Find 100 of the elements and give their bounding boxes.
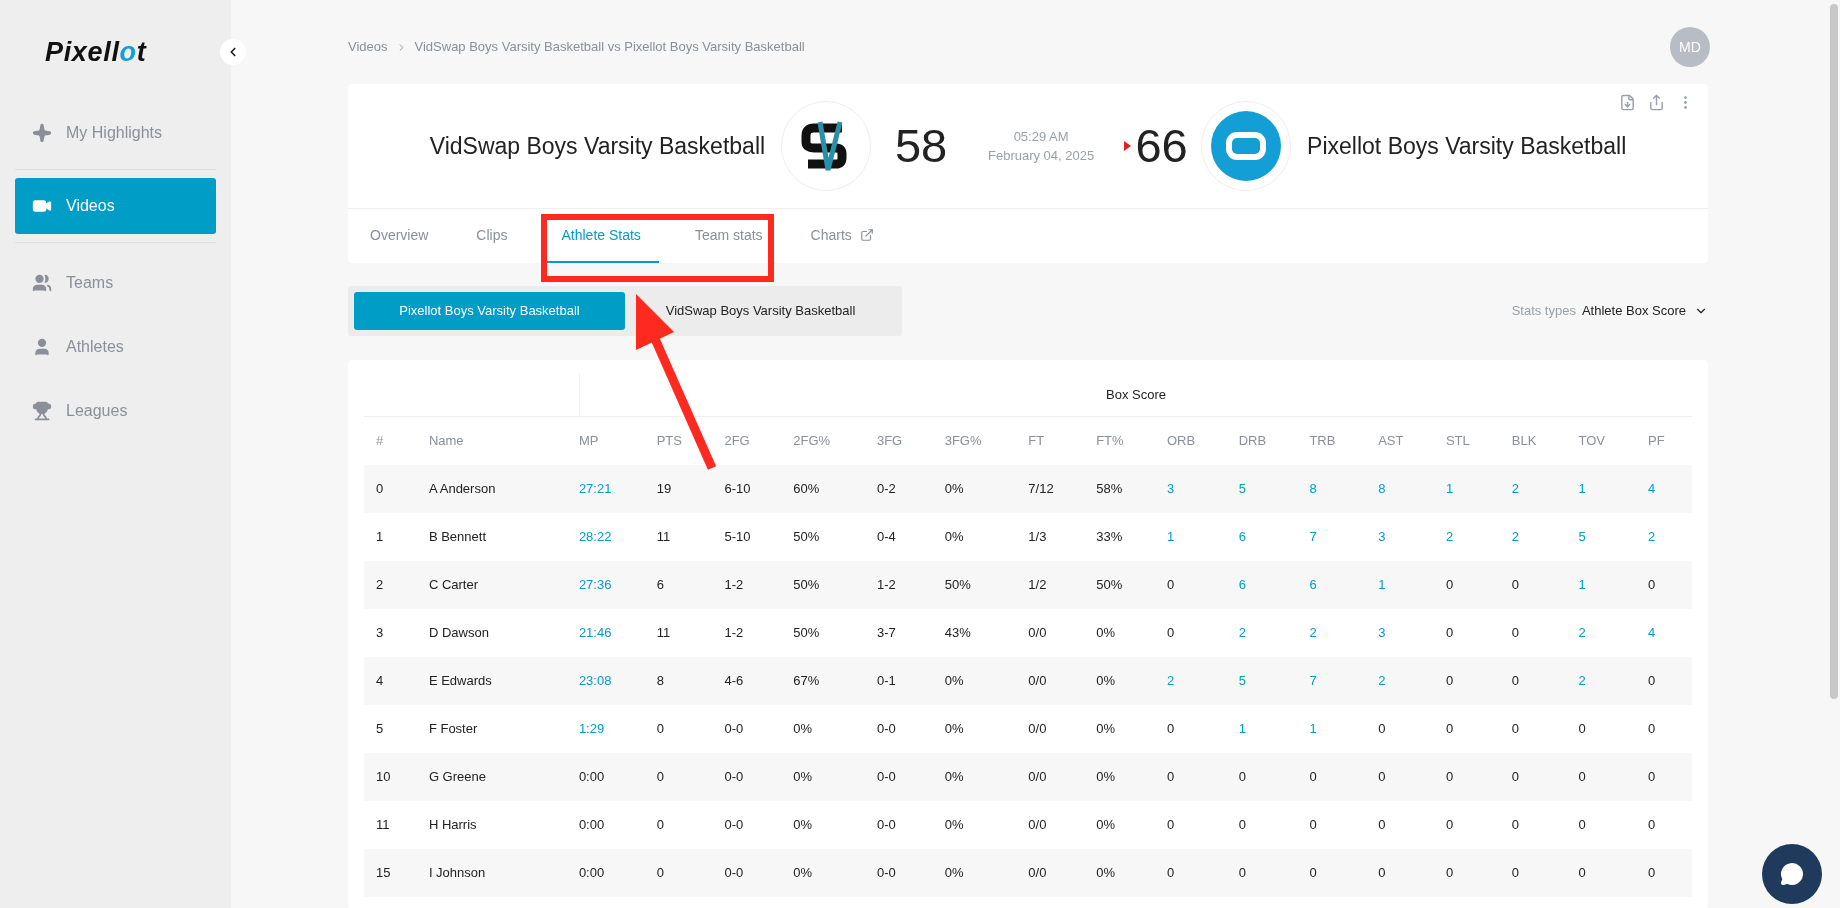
table-cell: 6 xyxy=(656,577,664,593)
stat-link[interactable]: 5 xyxy=(1238,481,1246,497)
stats-type-dropdown[interactable]: Athlete Box Score xyxy=(1581,301,1708,321)
table-cell: 0/0 xyxy=(1028,721,1047,737)
column-header: STL xyxy=(1445,433,1470,449)
tab[interactable]: Overview xyxy=(358,209,441,263)
breadcrumb-link[interactable]: Videos xyxy=(348,37,388,57)
stat-link[interactable]: 7 xyxy=(1309,673,1317,689)
tab[interactable]: Charts xyxy=(798,209,886,263)
table-cell: 19 xyxy=(656,481,672,497)
table-cell: 6-10 xyxy=(724,481,751,497)
stat-link[interactable]: 2 xyxy=(1578,673,1586,689)
table-cell: 0 xyxy=(1166,577,1175,593)
chat-button[interactable] xyxy=(1762,844,1822,904)
stat-link[interactable]: 8 xyxy=(1309,481,1317,497)
scrollbar[interactable] xyxy=(1830,4,1838,699)
team-name: Pixellot Boys Varsity Basketball xyxy=(1307,131,1627,161)
stat-link[interactable]: 1 xyxy=(1445,481,1454,497)
stat-link[interactable]: 1 xyxy=(1309,721,1317,737)
stat-link[interactable]: 6 xyxy=(1309,577,1317,593)
stat-link[interactable]: 1 xyxy=(1378,577,1386,593)
table-cell: 0 xyxy=(1445,673,1454,689)
stat-link[interactable]: 5 xyxy=(1578,529,1586,545)
trophy-icon xyxy=(32,400,52,421)
stat-link[interactable]: 3 xyxy=(1378,625,1386,641)
table-cell: 58% xyxy=(1096,481,1123,497)
stat-link[interactable]: 1 xyxy=(1578,577,1586,593)
stat-link[interactable]: 1 xyxy=(1166,529,1175,545)
stats-type-label: Stats types xyxy=(1511,302,1576,321)
team-name: VidSwap Boys Varsity Basketball xyxy=(429,131,766,161)
stat-link[interactable]: 1 xyxy=(1578,481,1586,497)
stat-link[interactable]: 8 xyxy=(1378,481,1386,497)
table-cell: 2 xyxy=(376,577,384,593)
table-cell: 1-2 xyxy=(876,577,896,593)
column-header: # xyxy=(376,433,384,449)
stat-link[interactable]: 2 xyxy=(1378,673,1386,689)
stat-link[interactable]: 1 xyxy=(1238,721,1246,737)
collapse-button[interactable] xyxy=(220,39,246,66)
table-cell: 0 xyxy=(1445,817,1454,833)
stat-link[interactable]: 6 xyxy=(1238,529,1246,545)
share-icon[interactable] xyxy=(1648,94,1665,111)
stat-link[interactable]: 2 xyxy=(1511,481,1519,497)
table-cell: 67% xyxy=(793,673,820,689)
table-cell: A Anderson xyxy=(428,481,496,497)
team-toggle-option[interactable]: VidSwap Boys Varsity Basketball xyxy=(625,292,896,330)
user-avatar[interactable]: MD xyxy=(1670,27,1710,67)
sidebar-item[interactable]: Teams xyxy=(15,250,216,315)
table-cell: 0 xyxy=(1166,817,1175,833)
stat-link[interactable]: 2 xyxy=(1578,625,1586,641)
table-cell: 15 xyxy=(376,865,391,881)
table-cell: 0/0 xyxy=(1028,865,1047,881)
table-cell: 0 xyxy=(1511,865,1519,881)
table-cell: 50% xyxy=(944,577,971,593)
stat-link[interactable]: 27:21 xyxy=(578,481,612,497)
stat-link[interactable]: 2 xyxy=(1511,529,1519,545)
table-cell: 8 xyxy=(656,673,664,689)
sidebar-item[interactable]: My Highlights xyxy=(15,104,216,161)
game-time: 05:29 AM xyxy=(1013,127,1069,146)
group-icon xyxy=(32,272,52,293)
stat-link[interactable]: 4 xyxy=(1648,625,1656,641)
stat-link[interactable]: 27:36 xyxy=(578,577,612,593)
stat-link[interactable]: 21:46 xyxy=(578,625,612,641)
tab[interactable]: Clips xyxy=(464,209,520,263)
stat-link[interactable]: 2 xyxy=(1309,625,1317,641)
sidebar-item[interactable]: Leagues xyxy=(15,378,216,443)
table-cell: D Dawson xyxy=(428,625,489,641)
sidebar-item[interactable]: Athletes xyxy=(15,314,216,379)
stat-link[interactable]: 2 xyxy=(1648,529,1656,545)
table-cell: 0-0 xyxy=(724,865,744,881)
tab[interactable]: Team stats xyxy=(682,209,775,263)
tab[interactable]: Athlete Stats xyxy=(543,209,659,263)
stat-link[interactable]: 6 xyxy=(1238,577,1246,593)
table-cell: 0 xyxy=(1445,769,1454,785)
table-cell: 11 xyxy=(656,625,671,641)
table-cell: 1/2 xyxy=(1028,577,1047,593)
stat-link[interactable]: 5 xyxy=(1238,673,1246,689)
column-header: TRB xyxy=(1309,433,1336,449)
stat-link[interactable]: 3 xyxy=(1378,529,1386,545)
table-cell: 0% xyxy=(793,721,813,737)
stat-link[interactable]: 4 xyxy=(1648,481,1656,497)
table-cell: 0 xyxy=(1378,865,1386,881)
stat-link[interactable]: 3 xyxy=(1166,481,1175,497)
sidebar-item[interactable]: Videos xyxy=(15,177,216,234)
table-cell: 0-0 xyxy=(724,721,744,737)
table-cell: 11 xyxy=(376,817,390,833)
table-cell: 0-2 xyxy=(876,481,896,497)
stat-link[interactable]: 1:29 xyxy=(578,721,605,737)
stat-link[interactable]: 7 xyxy=(1309,529,1317,545)
team-toggle-option[interactable]: Pixellot Boys Varsity Basketball xyxy=(354,292,625,330)
stat-link[interactable]: 2 xyxy=(1166,673,1175,689)
stat-link[interactable]: 2 xyxy=(1238,625,1246,641)
stat-link[interactable]: 23:08 xyxy=(578,673,612,689)
table-cell: 0/0 xyxy=(1028,769,1047,785)
table-cell: 0 xyxy=(1511,817,1519,833)
stat-link[interactable]: 2 xyxy=(1445,529,1454,545)
table-cell: 0 xyxy=(1445,625,1454,641)
breadcrumb-link[interactable]: VidSwap Boys Varsity Basketball vs Pixellot Boys Varsity Basketball xyxy=(414,37,805,57)
table-cell: 0 xyxy=(376,481,384,497)
stat-link[interactable]: 28:22 xyxy=(578,529,612,545)
download-icon[interactable] xyxy=(1619,94,1636,111)
